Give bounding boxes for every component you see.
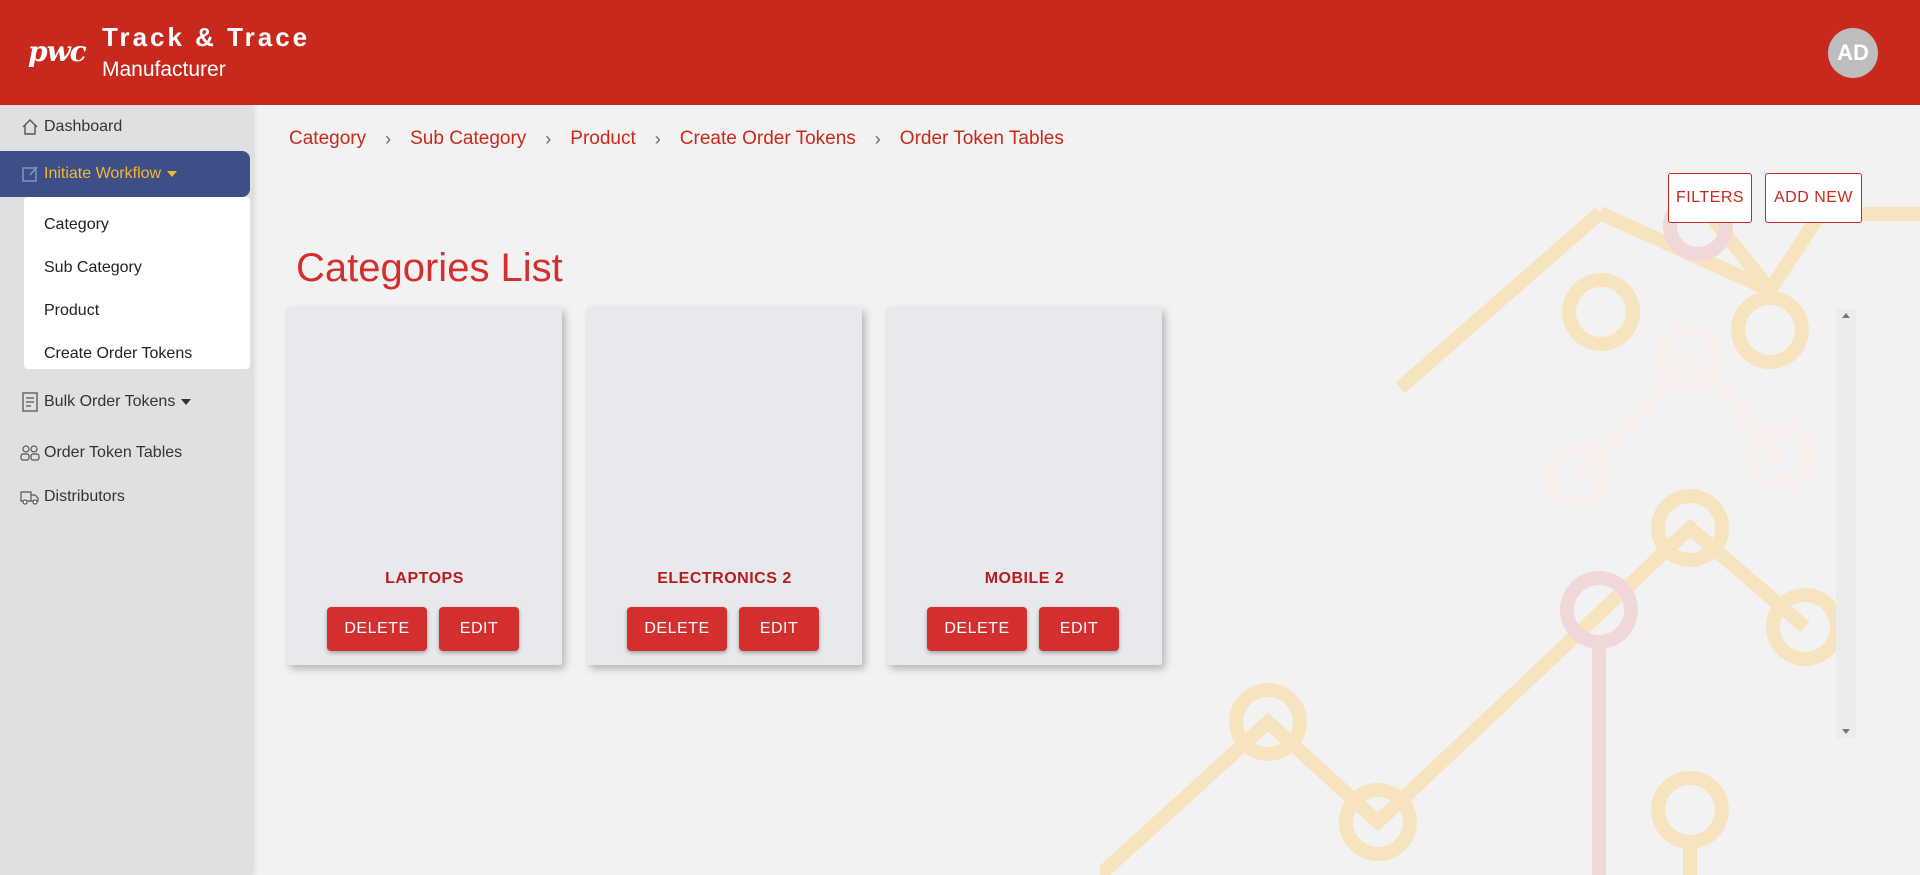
chevron-right-icon: › xyxy=(385,128,392,149)
category-card: ELECTRONICS 2 DELETE EDIT xyxy=(587,307,862,665)
edit-icon xyxy=(20,164,40,184)
background-network-graphic xyxy=(1100,191,1920,875)
submenu-item-create-order-tokens[interactable]: Create Order Tokens xyxy=(24,332,250,375)
sidebar-item-initiate-workflow[interactable]: Initiate Workflow xyxy=(0,151,250,197)
delete-button[interactable]: DELETE xyxy=(927,607,1027,651)
submenu-item-sub-category[interactable]: Sub Category xyxy=(24,246,250,289)
scrollbar[interactable] xyxy=(1836,309,1856,738)
breadcrumb-create-order-tokens[interactable]: Create Order Tokens xyxy=(680,128,856,150)
app-title: Track & Trace xyxy=(102,22,311,52)
user-avatar[interactable]: AD xyxy=(1828,28,1878,78)
breadcrumb-sub-category[interactable]: Sub Category xyxy=(410,128,526,150)
scroll-up-arrow-icon[interactable] xyxy=(1842,313,1850,318)
page-title: Categories List xyxy=(296,246,563,290)
filters-button[interactable]: FILTERS xyxy=(1668,173,1752,223)
sidebar-item-distributors[interactable]: Distributors xyxy=(0,477,250,517)
app-header: pwc Track & Trace Manufacturer AD xyxy=(0,0,1920,105)
workflow-submenu: Category Sub Category Product Create Ord… xyxy=(24,197,250,369)
category-name: LAPTOPS xyxy=(385,570,464,587)
sidebar-item-label: Order Token Tables xyxy=(44,444,183,461)
breadcrumb-order-token-tables[interactable]: Order Token Tables xyxy=(900,128,1064,150)
breadcrumb-product[interactable]: Product xyxy=(570,128,635,150)
chevron-right-icon: › xyxy=(874,128,881,149)
group-icon xyxy=(20,443,40,463)
submenu-item-product[interactable]: Product xyxy=(24,289,250,332)
edit-button[interactable]: EDIT xyxy=(1039,607,1119,651)
submenu-item-category[interactable]: Category xyxy=(24,203,250,246)
category-card: MOBILE 2 DELETE EDIT xyxy=(887,307,1162,665)
category-name: ELECTRONICS 2 xyxy=(657,570,792,587)
document-icon xyxy=(20,392,40,412)
sidebar-item-label: Bulk Order Tokens xyxy=(44,393,176,410)
sidebar-item-label: Distributors xyxy=(44,488,125,505)
sidebar-item-label: Initiate Workflow xyxy=(44,165,162,182)
sidebar: Dashboard Initiate Workflow Category Sub… xyxy=(0,105,252,875)
caret-down-icon xyxy=(181,399,192,405)
breadcrumb: Category › Sub Category › Product › Crea… xyxy=(289,128,1064,150)
edit-button[interactable]: EDIT xyxy=(439,607,519,651)
chevron-right-icon: › xyxy=(654,128,661,149)
scroll-down-arrow-icon[interactable] xyxy=(1842,729,1850,734)
category-name: MOBILE 2 xyxy=(984,570,1065,587)
sidebar-item-order-token-tables[interactable]: Order Token Tables xyxy=(0,433,250,473)
breadcrumb-category[interactable]: Category xyxy=(289,128,366,150)
sidebar-item-dashboard[interactable]: Dashboard xyxy=(0,107,250,147)
chevron-right-icon: › xyxy=(545,128,552,149)
home-icon xyxy=(20,117,40,137)
app-subtitle: Manufacturer xyxy=(102,58,226,81)
category-card: LAPTOPS DELETE EDIT xyxy=(287,307,562,665)
truck-icon xyxy=(20,487,40,507)
edit-button[interactable]: EDIT xyxy=(739,607,819,651)
add-new-button[interactable]: ADD NEW xyxy=(1765,173,1862,223)
sidebar-item-bulk-order-tokens[interactable]: Bulk Order Tokens xyxy=(0,382,250,422)
pwc-logo[interactable]: pwc xyxy=(28,35,87,68)
delete-button[interactable]: DELETE xyxy=(327,607,427,651)
caret-down-icon xyxy=(167,171,178,177)
delete-button[interactable]: DELETE xyxy=(627,607,727,651)
sidebar-item-label: Dashboard xyxy=(44,118,123,135)
